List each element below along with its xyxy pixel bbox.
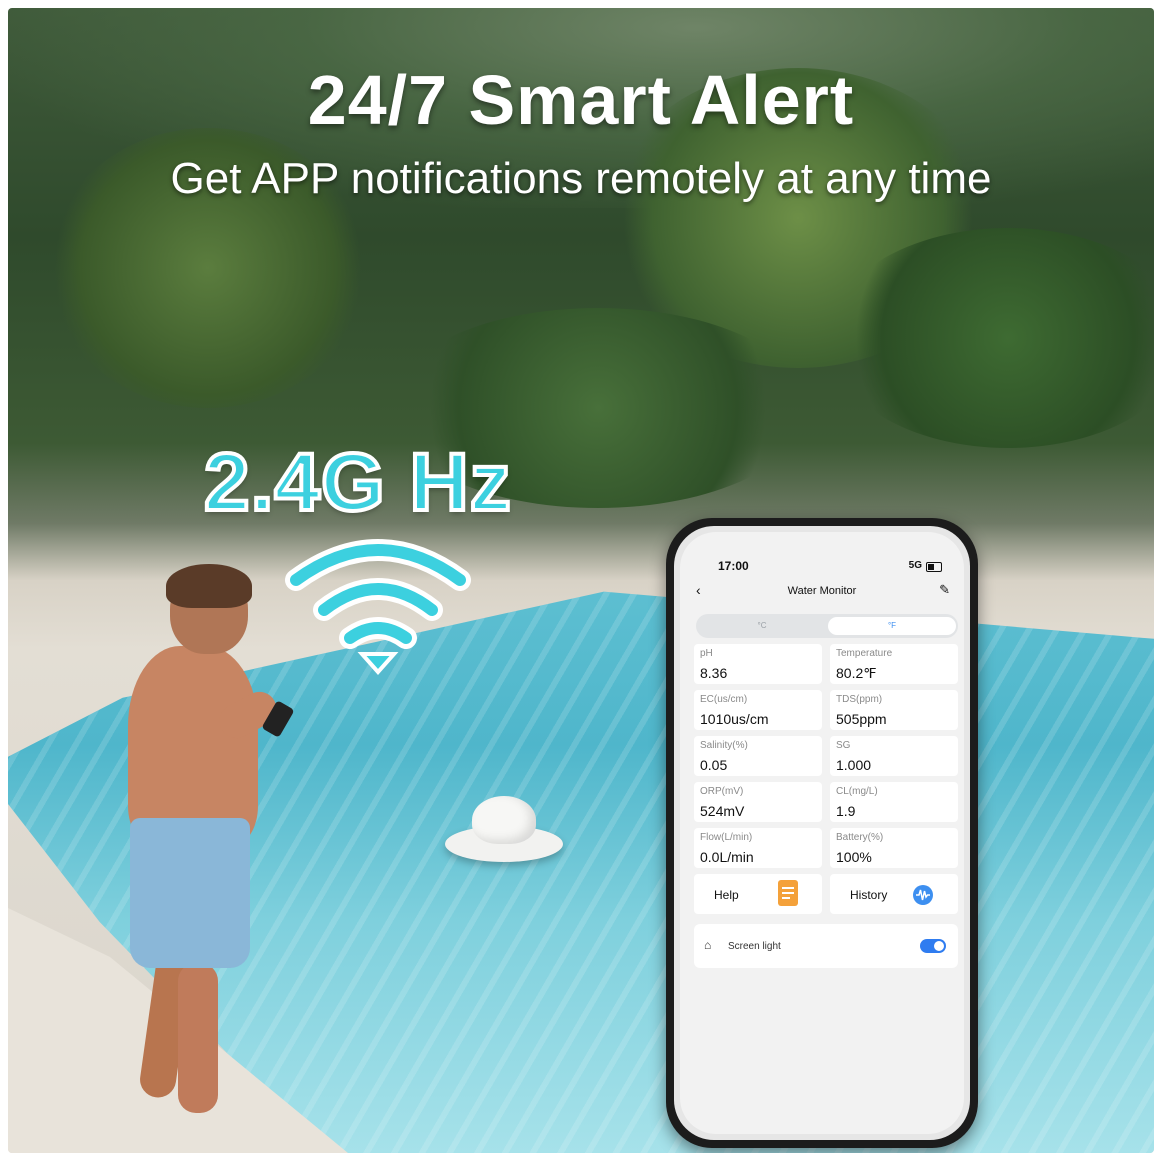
reading-card-chlorine: CL(mg/L) 1.9 — [830, 782, 958, 822]
reading-value: 1.9 — [836, 803, 856, 819]
status-time: 17:00 — [718, 559, 749, 573]
reading-value: 505ppm — [836, 711, 887, 727]
signal-indicator: 5G — [908, 560, 922, 571]
app-screen: 17:00 5G ‹ Water Monitor ✎ °C °F pH 8.36 — [680, 532, 964, 1134]
unit-fahrenheit-tab[interactable]: °F — [828, 617, 956, 635]
reading-label: TDS(ppm) — [836, 694, 883, 705]
reading-card-tds: TDS(ppm) 505ppm — [830, 690, 958, 730]
screen-light-label: Screen light — [728, 941, 781, 952]
history-button[interactable]: History — [830, 874, 958, 914]
pool-water-monitor-device — [445, 796, 563, 866]
wifi-icon — [285, 539, 471, 676]
app-title: Water Monitor — [787, 585, 857, 597]
reading-label: CL(mg/L) — [836, 786, 878, 797]
reading-card-ec: EC(us/cm) 1010us/cm — [694, 690, 822, 730]
reading-value: 100% — [836, 849, 872, 865]
reading-card-salinity: Salinity(%) 0.05 — [694, 736, 822, 776]
reading-value: 524mV — [700, 803, 745, 819]
battery-icon — [926, 562, 942, 572]
reading-value: 8.36 — [700, 665, 728, 681]
waveform-icon — [913, 885, 933, 905]
reading-value: 0.05 — [700, 757, 728, 773]
status-bar: 17:00 5G — [680, 554, 964, 574]
reading-label: ORP(mV) — [700, 786, 744, 797]
unit-celsius-tab[interactable]: °C — [698, 617, 826, 635]
screen-light-setting: ⌂ Screen light — [694, 924, 958, 968]
reading-card-battery: Battery(%) 100% — [830, 828, 958, 868]
reading-card-sg: SG 1.000 — [830, 736, 958, 776]
pencil-icon[interactable]: ✎ — [939, 582, 950, 598]
frequency-label: 2.4G Hz — [202, 435, 513, 530]
reading-value: 1010us/cm — [700, 711, 769, 727]
lamp-icon: ⌂ — [704, 938, 712, 952]
help-label: Help — [714, 888, 739, 902]
reading-label: Salinity(%) — [700, 740, 748, 751]
reading-card-flow: Flow(L/min) 0.0L/min — [694, 828, 822, 868]
reading-label: Flow(L/min) — [700, 832, 753, 843]
headline: 24/7 Smart Alert — [307, 61, 855, 139]
unit-toggle[interactable]: °C °F — [696, 614, 958, 638]
reading-label: SG — [836, 740, 851, 751]
history-label: History — [850, 888, 888, 902]
reading-label: pH — [700, 648, 713, 659]
reading-value: 80.2℉ — [836, 665, 877, 681]
reading-label: EC(us/cm) — [700, 694, 748, 705]
smartphone: 17:00 5G ‹ Water Monitor ✎ °C °F pH 8.36 — [666, 518, 978, 1148]
reading-card-ph: pH 8.36 — [694, 644, 822, 684]
subheadline: Get APP notifications remotely at any ti… — [170, 154, 992, 203]
hedge-right — [828, 228, 1154, 448]
help-button[interactable]: Help — [694, 874, 822, 914]
reading-label: Temperature — [836, 648, 893, 659]
app-header: ‹ Water Monitor ✎ — [680, 580, 964, 604]
reading-card-temperature: Temperature 80.2℉ — [830, 644, 958, 684]
screen-light-toggle[interactable] — [920, 939, 946, 953]
reading-card-orp: ORP(mV) 524mV — [694, 782, 822, 822]
product-banner: 24/7 Smart Alert Get APP notifications r… — [8, 8, 1154, 1153]
reading-value: 0.0L/min — [700, 849, 754, 865]
reading-value: 1.000 — [836, 757, 872, 773]
document-icon — [778, 880, 798, 906]
reading-label: Battery(%) — [836, 832, 884, 843]
